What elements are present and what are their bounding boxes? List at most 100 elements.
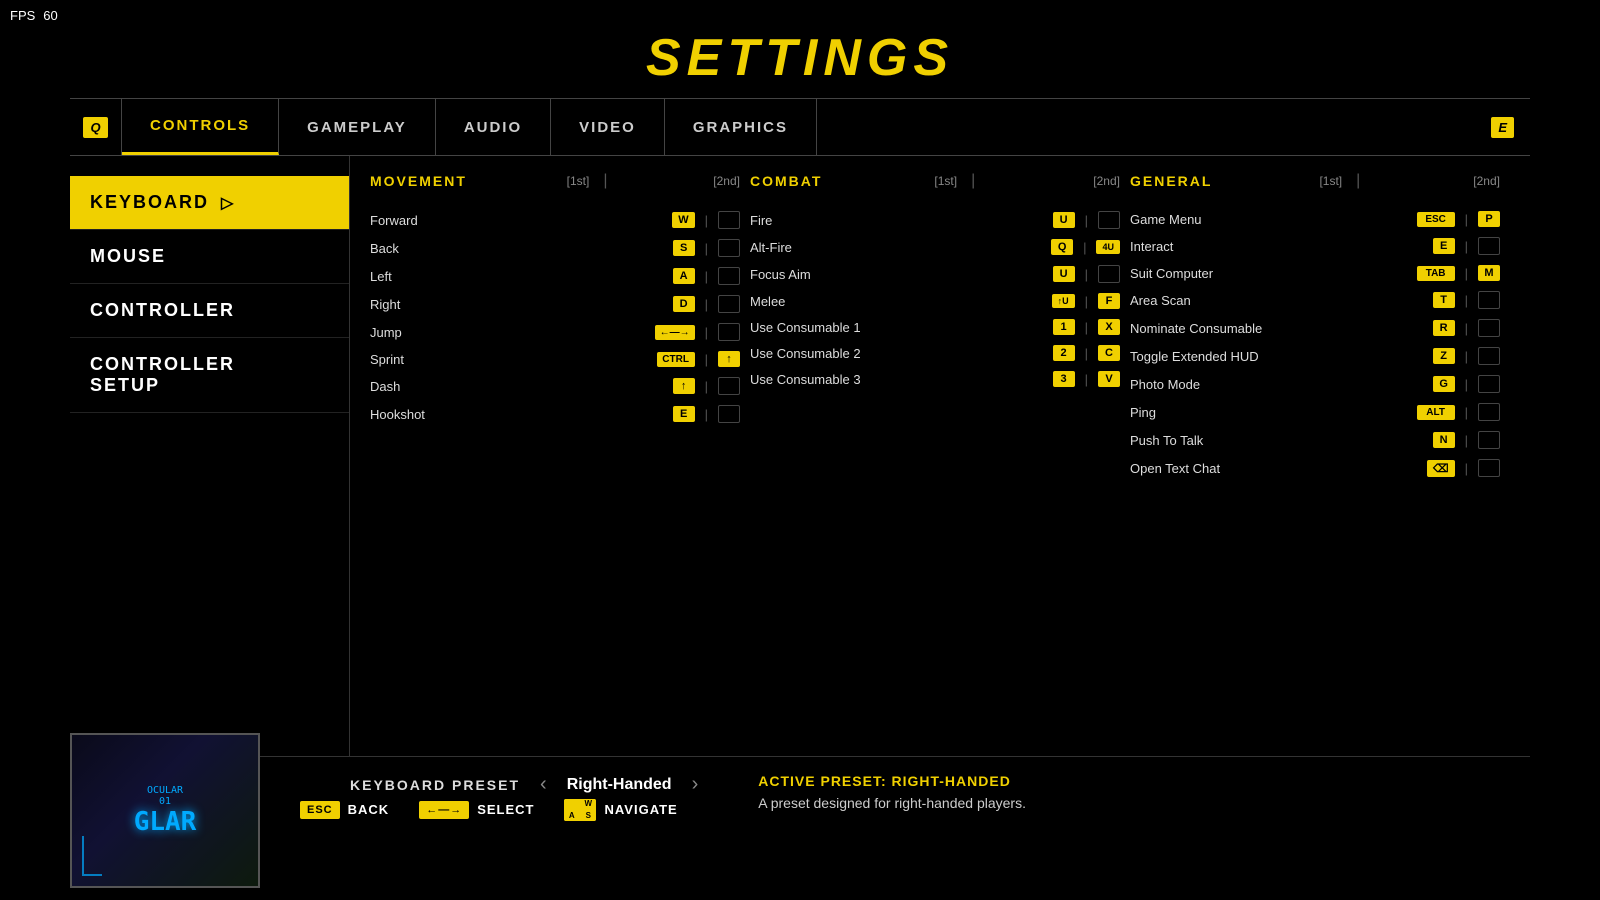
- tab-video[interactable]: VIDEO: [551, 99, 665, 155]
- binding-hookshot: Hookshot E |: [370, 400, 740, 428]
- key-pushtotalk-2[interactable]: [1478, 431, 1500, 449]
- binding-pushtotalk: Push To Talk N |: [1130, 426, 1500, 454]
- tab-graphics[interactable]: GRAPHICS: [665, 99, 817, 155]
- combat-header: COMBAT [1st] | [2nd]: [750, 172, 1120, 194]
- binding-left: Left A |: [370, 262, 740, 290]
- main-content: KEYBOARD ▷ MOUSE CONTROLLER CONTROLLERSE…: [70, 156, 1530, 756]
- e-key-badge: E: [1491, 117, 1514, 138]
- key-opentextchat-1[interactable]: ⌫: [1427, 460, 1455, 477]
- page-title: SETTINGS: [0, 0, 1600, 98]
- key-sprint-1[interactable]: CTRL: [657, 352, 695, 367]
- key-forward-2[interactable]: [718, 211, 740, 229]
- fps-label: FPS: [10, 8, 35, 23]
- key-opentextchat-2[interactable]: [1478, 459, 1500, 477]
- key-pushtotalk-1[interactable]: N: [1433, 432, 1455, 448]
- key-consumable3-2[interactable]: V: [1098, 371, 1120, 387]
- key-jump-2[interactable]: [718, 323, 740, 341]
- binding-altfire: Alt-Fire Q | 4U: [750, 234, 1120, 260]
- key-ping-1[interactable]: ALT: [1417, 405, 1455, 420]
- binding-forward: Forward W |: [370, 206, 740, 234]
- key-togglehud-2[interactable]: [1478, 347, 1500, 365]
- general-section: GENERAL [1st] | [2nd] Game Menu ESC | P …: [1130, 172, 1510, 482]
- key-togglehud-1[interactable]: Z: [1433, 348, 1455, 364]
- tab-audio[interactable]: AUDIO: [436, 99, 551, 155]
- key-hookshot-1[interactable]: E: [673, 406, 695, 422]
- key-fire-2[interactable]: [1098, 211, 1120, 229]
- binding-consumable2: Use Consumable 2 2 | C: [750, 340, 1120, 366]
- sidebar-label-controller-setup: CONTROLLERSETUP: [90, 354, 235, 395]
- combat-section: COMBAT [1st] | [2nd] Fire U | Alt-Fire: [750, 172, 1130, 482]
- e-key-nav[interactable]: E: [1475, 99, 1530, 155]
- key-gamemenu-1[interactable]: ESC: [1417, 212, 1455, 227]
- key-interact-2[interactable]: [1478, 237, 1500, 255]
- key-ping-2[interactable]: [1478, 403, 1500, 421]
- key-suitcomputer-2[interactable]: M: [1478, 265, 1500, 281]
- sidebar-item-controller[interactable]: CONTROLLER: [70, 284, 349, 338]
- combat-col2: [2nd]: [1093, 174, 1120, 188]
- binding-togglehud: Toggle Extended HUD Z |: [1130, 342, 1500, 370]
- fps-value: 60: [43, 8, 57, 23]
- esc-key: ESC: [300, 801, 340, 819]
- key-areascan-2[interactable]: [1478, 291, 1500, 309]
- key-left-1[interactable]: A: [673, 268, 695, 284]
- sidebar-label-mouse: MOUSE: [90, 246, 166, 266]
- movement-col1: [1st]: [567, 174, 590, 188]
- key-left-2[interactable]: [718, 267, 740, 285]
- key-altfire-1[interactable]: Q: [1051, 239, 1073, 255]
- movement-header: MOVEMENT [1st] | [2nd]: [370, 172, 740, 194]
- key-jump-1[interactable]: ←—→: [655, 325, 695, 340]
- binding-fire: Fire U |: [750, 206, 1120, 234]
- back-label: BACK: [348, 802, 390, 817]
- key-photomode-1[interactable]: G: [1433, 376, 1455, 392]
- bindings-area: MOVEMENT [1st] | [2nd] Forward W | Back: [350, 156, 1530, 756]
- sidebar-item-mouse[interactable]: MOUSE: [70, 230, 349, 284]
- enter-key: ←—→: [419, 801, 469, 819]
- q-key-badge: Q: [83, 117, 107, 138]
- key-focusaim-1[interactable]: U: [1053, 266, 1075, 282]
- tab-gameplay[interactable]: GAMEPLAY: [279, 99, 436, 155]
- tab-controls[interactable]: CONTROLS: [122, 99, 279, 155]
- key-right-2[interactable]: [718, 295, 740, 313]
- key-hookshot-2[interactable]: [718, 405, 740, 423]
- key-interact-1[interactable]: E: [1433, 238, 1455, 254]
- key-consumable2-1[interactable]: 2: [1053, 345, 1075, 361]
- q-key-button[interactable]: Q: [70, 99, 122, 155]
- general-col1: [1st]: [1319, 174, 1342, 188]
- binding-focusaim: Focus Aim U |: [750, 260, 1120, 288]
- thumbnail-glow: [82, 836, 102, 876]
- binding-consumable1: Use Consumable 1 1 | X: [750, 314, 1120, 340]
- key-suitcomputer-1[interactable]: TAB: [1417, 266, 1455, 281]
- key-focusaim-2[interactable]: [1098, 265, 1120, 283]
- key-dash-2[interactable]: [718, 377, 740, 395]
- sidebar-item-keyboard[interactable]: KEYBOARD ▷: [70, 176, 349, 230]
- key-dash-1[interactable]: ↑: [673, 378, 695, 394]
- key-altfire-2[interactable]: 4U: [1096, 240, 1120, 254]
- binding-right: Right D |: [370, 290, 740, 318]
- key-consumable1-2[interactable]: X: [1098, 319, 1120, 335]
- movement-title: MOVEMENT: [370, 173, 467, 189]
- binding-nominate: Nominate Consumable R |: [1130, 314, 1500, 342]
- binding-photomode: Photo Mode G |: [1130, 370, 1500, 398]
- key-gamemenu-2[interactable]: P: [1478, 211, 1500, 227]
- key-fire-1[interactable]: U: [1053, 212, 1075, 228]
- key-forward-1[interactable]: W: [672, 212, 694, 228]
- binding-consumable3: Use Consumable 3 3 | V: [750, 366, 1120, 392]
- key-sprint-2[interactable]: ↑: [718, 351, 740, 367]
- key-consumable1-1[interactable]: 1: [1053, 319, 1075, 335]
- key-right-1[interactable]: D: [673, 296, 695, 312]
- key-photomode-2[interactable]: [1478, 375, 1500, 393]
- key-melee-1[interactable]: ↑U: [1052, 294, 1075, 308]
- binding-back: Back S |: [370, 234, 740, 262]
- key-back-2[interactable]: [718, 239, 740, 257]
- binding-dash: Dash ↑ |: [370, 372, 740, 400]
- key-nominate-2[interactable]: [1478, 319, 1500, 337]
- sidebar-item-controller-setup[interactable]: CONTROLLERSETUP: [70, 338, 349, 413]
- key-consumable3-1[interactable]: 3: [1053, 371, 1075, 387]
- sidebar-label-keyboard: KEYBOARD: [90, 192, 209, 213]
- key-areascan-1[interactable]: T: [1433, 292, 1455, 308]
- key-consumable2-2[interactable]: C: [1098, 345, 1120, 361]
- key-nominate-1[interactable]: R: [1433, 320, 1455, 336]
- select-label: SELECT: [477, 802, 534, 817]
- key-back-1[interactable]: S: [673, 240, 695, 256]
- key-melee-2[interactable]: F: [1098, 293, 1120, 309]
